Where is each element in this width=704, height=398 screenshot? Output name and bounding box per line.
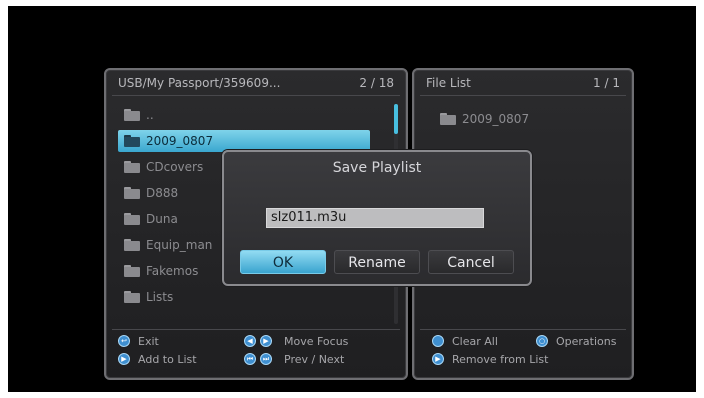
next-icon: ⏭ [260, 353, 272, 365]
folder-icon [124, 161, 140, 173]
list-item-selected[interactable]: 2009_0807 [118, 130, 370, 152]
folder-icon [124, 265, 140, 277]
previous-icon: ⏮ [244, 353, 256, 365]
right-arrow-icon: ▶ [260, 335, 272, 347]
file-list-title: File List [426, 76, 471, 90]
file-list-hints: Clear All ○ Operations ▶ Remove from Lis… [426, 334, 620, 370]
folder-icon [124, 213, 140, 225]
search-button-icon: ○ [536, 335, 548, 347]
list-item-label: Equip_man [146, 238, 213, 252]
list-item-label: CDcovers [146, 160, 204, 174]
folder-icon [124, 291, 140, 303]
header-divider [420, 95, 626, 96]
header-divider [112, 95, 400, 96]
browser-count: 2 / 18 [359, 76, 394, 90]
list-item-label: 2009_0807 [146, 134, 214, 148]
browser-hints: ↩ Exit ▶ Add to List ◀ ▶ Move Focus ⏮ ⏭ … [118, 334, 394, 370]
scroll-thumb[interactable] [394, 104, 398, 134]
list-item-label: Duna [146, 212, 178, 226]
dialog-title: Save Playlist [332, 160, 422, 176]
list-item-label: Lists [146, 290, 174, 304]
file-list-header: File List 1 / 1 [426, 76, 620, 92]
save-playlist-dialog: Save Playlist slz011.m3u OK Rename Cance… [222, 150, 532, 286]
folder-icon [124, 239, 140, 251]
back-button-icon: ↩ [118, 335, 130, 347]
browser-header: USB/My Passport/359609... 2 / 18 [118, 76, 394, 92]
left-right-icons: ◀ ▶ [244, 334, 274, 350]
stop-button-icon [432, 335, 444, 347]
list-item[interactable]: Lists [118, 286, 370, 308]
footer-divider [112, 329, 400, 330]
prev-next-icons: ⏮ ⏭ [244, 352, 274, 368]
browser-path: USB/My Passport/359609... [118, 76, 281, 90]
list-item-label: D888 [146, 186, 179, 200]
playlist-name-input[interactable]: slz011.m3u [266, 208, 484, 228]
rename-button[interactable]: Rename [334, 250, 420, 274]
cancel-button[interactable]: Cancel [428, 250, 514, 274]
file-list-count: 1 / 1 [593, 76, 620, 90]
ok-button[interactable]: OK [240, 250, 326, 274]
play-pause-button-icon: ▶ [432, 353, 444, 365]
list-item-parent[interactable]: .. [118, 104, 370, 126]
play-pause-button-icon: ▶ [118, 353, 130, 365]
footer-divider [420, 329, 626, 330]
list-item-label: .. [146, 108, 154, 122]
folder-up-icon [124, 109, 140, 121]
list-item-label: Fakemos [146, 264, 199, 278]
file-list-item-label: 2009_0807 [462, 112, 530, 126]
left-arrow-icon: ◀ [244, 335, 256, 347]
folder-icon [124, 187, 140, 199]
file-list-item[interactable]: 2009_0807 [440, 110, 620, 128]
folder-icon [124, 135, 140, 147]
folder-icon [440, 113, 456, 125]
